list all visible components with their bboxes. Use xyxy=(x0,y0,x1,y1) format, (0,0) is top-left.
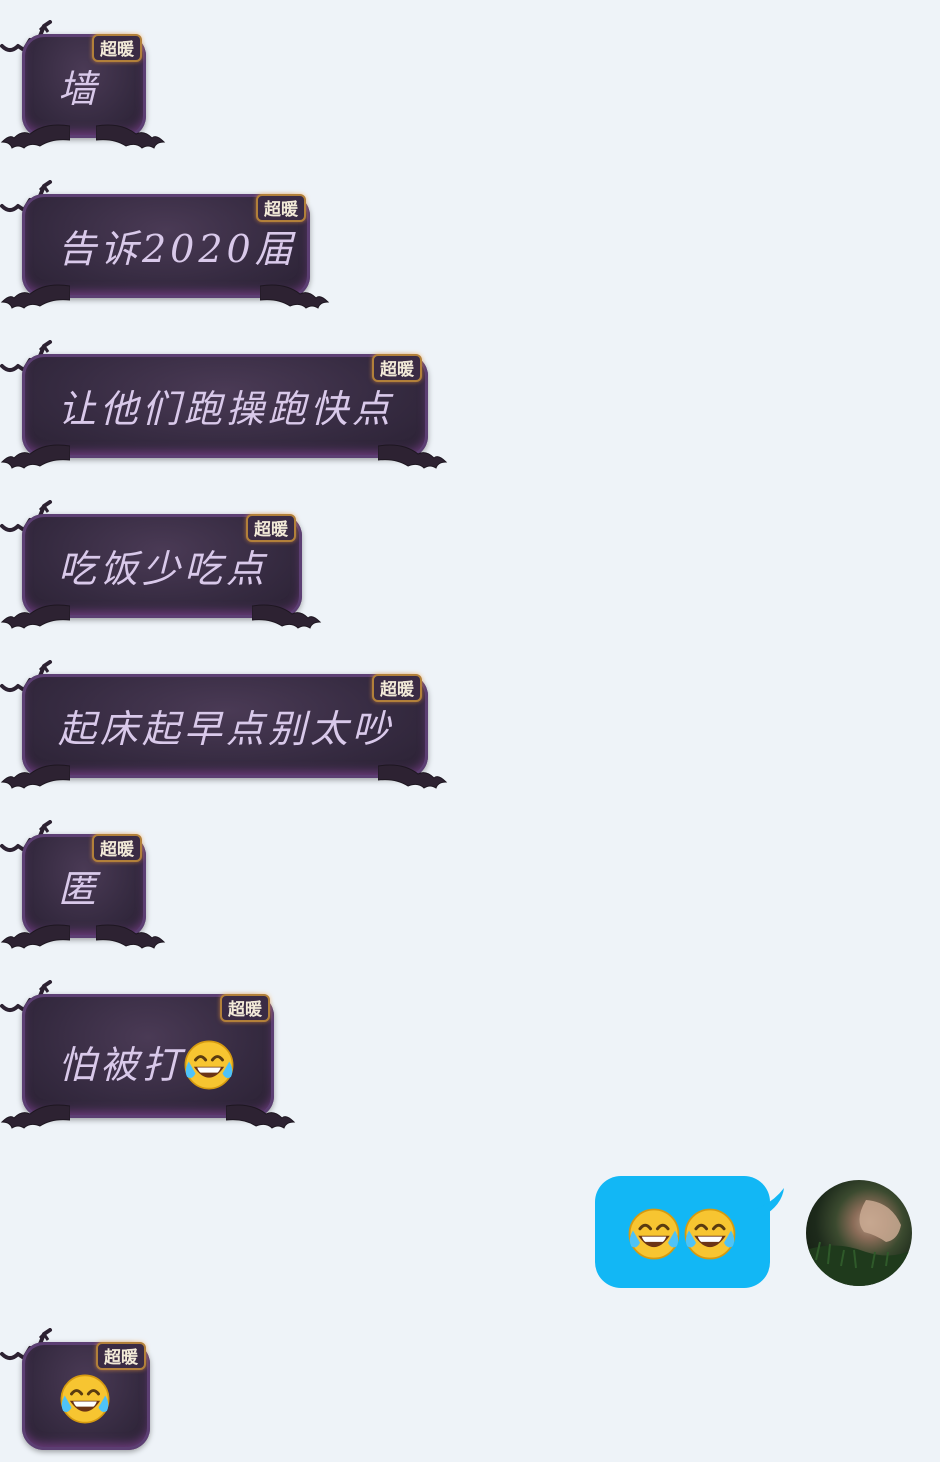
tears-of-joy-icon xyxy=(682,1206,738,1262)
vip-badge: 超暖 xyxy=(256,194,306,222)
incoming-message[interactable]: 告诉2020届 超暖 xyxy=(0,194,335,314)
bat-wing-icon xyxy=(226,1096,296,1136)
tears-of-joy-icon xyxy=(626,1206,682,1262)
vip-badge: 超暖 xyxy=(246,514,296,542)
bat-wing-icon xyxy=(378,436,448,476)
message-text-content: 怕被打 xyxy=(58,1043,185,1087)
incoming-message[interactable]: 吃饭少吃点 超暖 xyxy=(0,514,325,634)
message-text: 起床起早点别太吵 xyxy=(58,707,395,751)
bat-wing-icon xyxy=(0,916,70,956)
incoming-message[interactable]: 怕被打 超暖 xyxy=(0,994,300,1134)
bat-wing-icon xyxy=(252,596,322,636)
bat-wing-icon xyxy=(0,1096,70,1136)
incoming-message[interactable]: 起床起早点别太吵 超暖 xyxy=(0,674,450,794)
bat-wing-icon xyxy=(96,116,166,156)
bat-wing-icon xyxy=(260,276,330,316)
message-text: 匿 xyxy=(58,867,101,911)
vip-badge: 超暖 xyxy=(92,834,142,862)
incoming-message[interactable]: 匿 超暖 xyxy=(0,834,170,954)
vip-badge: 超暖 xyxy=(220,994,270,1022)
vip-badge: 超暖 xyxy=(372,674,422,702)
bubble-tail xyxy=(752,1188,788,1218)
message-text: 让他们跑操跑快点 xyxy=(58,387,395,431)
bat-wing-icon xyxy=(96,916,166,956)
incoming-message[interactable]: 超暖 xyxy=(0,1342,170,1462)
bat-wing-icon xyxy=(378,756,448,796)
vip-badge: 超暖 xyxy=(96,1342,146,1370)
avatar-image xyxy=(806,1200,912,1286)
bat-wing-icon xyxy=(0,116,70,156)
chat-area: 墙 超暖 告诉2020届 超暖 让他们跑操跑快点 超暖 吃饭少吃点 超暖 起床起… xyxy=(0,0,940,1450)
user-avatar[interactable] xyxy=(806,1180,912,1286)
tears-of-joy-icon xyxy=(182,1038,236,1092)
bat-wing-icon xyxy=(0,756,70,796)
bat-wing-icon xyxy=(0,436,70,476)
message-text: 吃饭少吃点 xyxy=(58,547,269,591)
outgoing-message-content xyxy=(626,1206,738,1262)
tears-of-joy-icon xyxy=(58,1372,112,1426)
vip-badge: 超暖 xyxy=(372,354,422,382)
incoming-message[interactable]: 墙 超暖 xyxy=(0,34,170,154)
message-text: 怕被打 xyxy=(58,1038,236,1092)
message-text: 告诉2020届 xyxy=(58,227,297,271)
bat-wing-icon xyxy=(0,276,70,316)
incoming-message[interactable]: 让他们跑操跑快点 超暖 xyxy=(0,354,450,474)
vip-badge: 超暖 xyxy=(92,34,142,62)
message-text: 墙 xyxy=(58,67,101,111)
bat-wing-icon xyxy=(0,596,70,636)
